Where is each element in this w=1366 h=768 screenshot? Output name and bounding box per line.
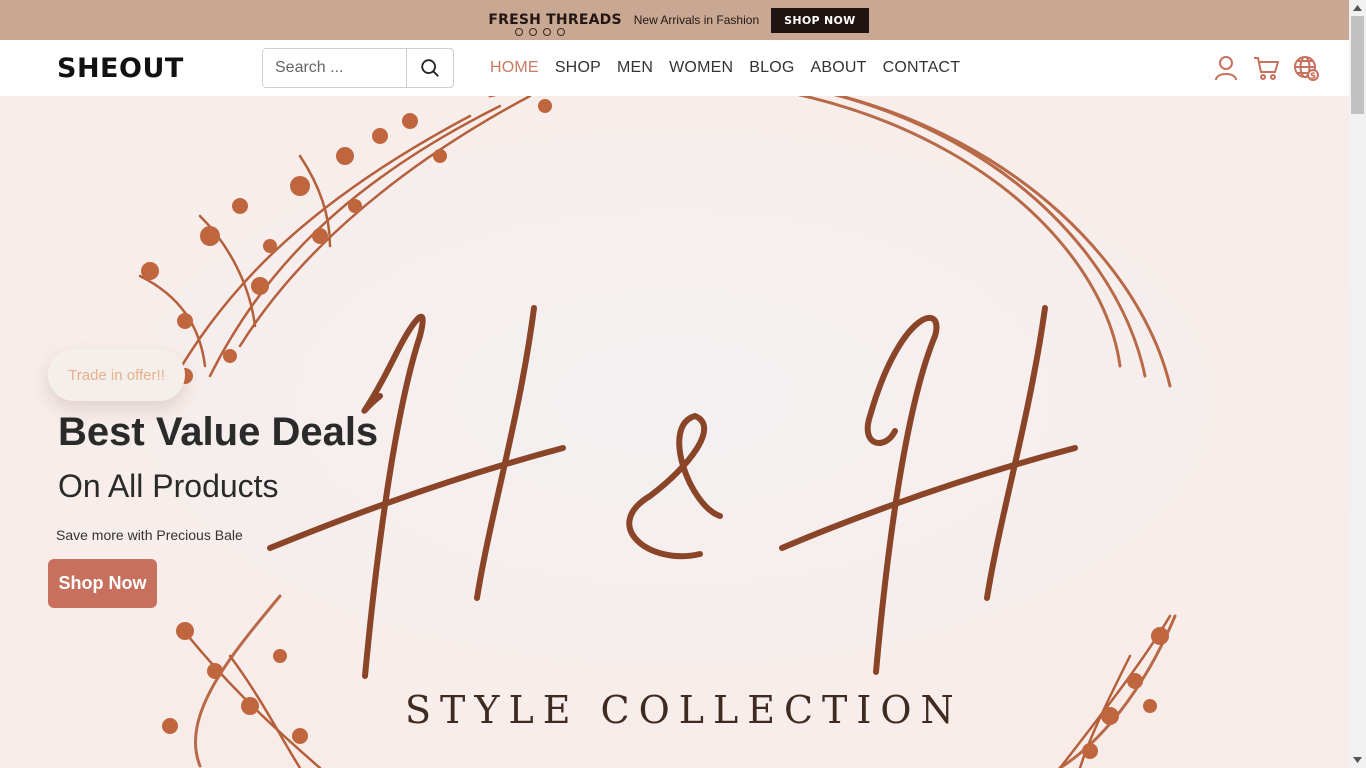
promo-dot[interactable]: [557, 28, 565, 36]
svg-text:$: $: [1310, 72, 1316, 82]
cart-icon[interactable]: [1253, 54, 1279, 82]
site-logo[interactable]: SHEOUT: [57, 53, 184, 84]
hero-title: Best Value Deals: [58, 410, 379, 454]
site-header: SHEOUT HOME SHOP MEN WOMEN BLOG ABOUT CO…: [0, 40, 1349, 96]
nav-shop[interactable]: SHOP: [555, 59, 601, 77]
page-scrollbar[interactable]: [1349, 0, 1366, 768]
promo-dot[interactable]: [515, 28, 523, 36]
promo-text: New Arrivals in Fashion: [633, 13, 760, 27]
promo-dot[interactable]: [529, 28, 537, 36]
promo-dot[interactable]: [543, 28, 551, 36]
promo-shop-now-button[interactable]: SHOP NOW: [771, 7, 869, 33]
nav-blog[interactable]: BLOG: [749, 59, 794, 77]
search-icon: [421, 59, 439, 77]
currency-globe-icon[interactable]: $: [1293, 54, 1319, 82]
promo-bar: FRESH THREADS New Arrivals in Fashion SH…: [0, 0, 1349, 40]
hero-subtitle: On All Products: [58, 468, 279, 504]
hero-banner: Trade in offer!! Best Value Deals On All…: [0, 96, 1349, 768]
search-button[interactable]: [406, 49, 453, 87]
nav-contact[interactable]: CONTACT: [883, 59, 961, 77]
shop-now-button[interactable]: Shop Now: [48, 559, 157, 608]
user-icon[interactable]: [1213, 54, 1239, 82]
nav-men[interactable]: MEN: [617, 59, 653, 77]
style-collection-caption: STYLE COLLECTION: [405, 688, 963, 732]
promo-slide-dots: [515, 28, 565, 36]
search-input[interactable]: [263, 49, 406, 87]
nav-women[interactable]: WOMEN: [669, 59, 733, 77]
nav-about[interactable]: ABOUT: [811, 59, 867, 77]
promo-brand: FRESH THREADS: [488, 12, 622, 28]
header-icons: $: [1213, 54, 1319, 82]
trade-in-badge: Trade in offer!!: [48, 349, 185, 401]
scroll-thumb[interactable]: [1351, 16, 1364, 114]
scroll-down-arrow-icon[interactable]: [1349, 752, 1366, 768]
nav-home[interactable]: HOME: [490, 59, 539, 77]
scroll-up-arrow-icon[interactable]: [1349, 0, 1366, 16]
hero-description: Save more with Precious Bale: [56, 527, 243, 543]
search-box: [262, 48, 454, 88]
main-nav: HOME SHOP MEN WOMEN BLOG ABOUT CONTACT: [490, 40, 960, 96]
